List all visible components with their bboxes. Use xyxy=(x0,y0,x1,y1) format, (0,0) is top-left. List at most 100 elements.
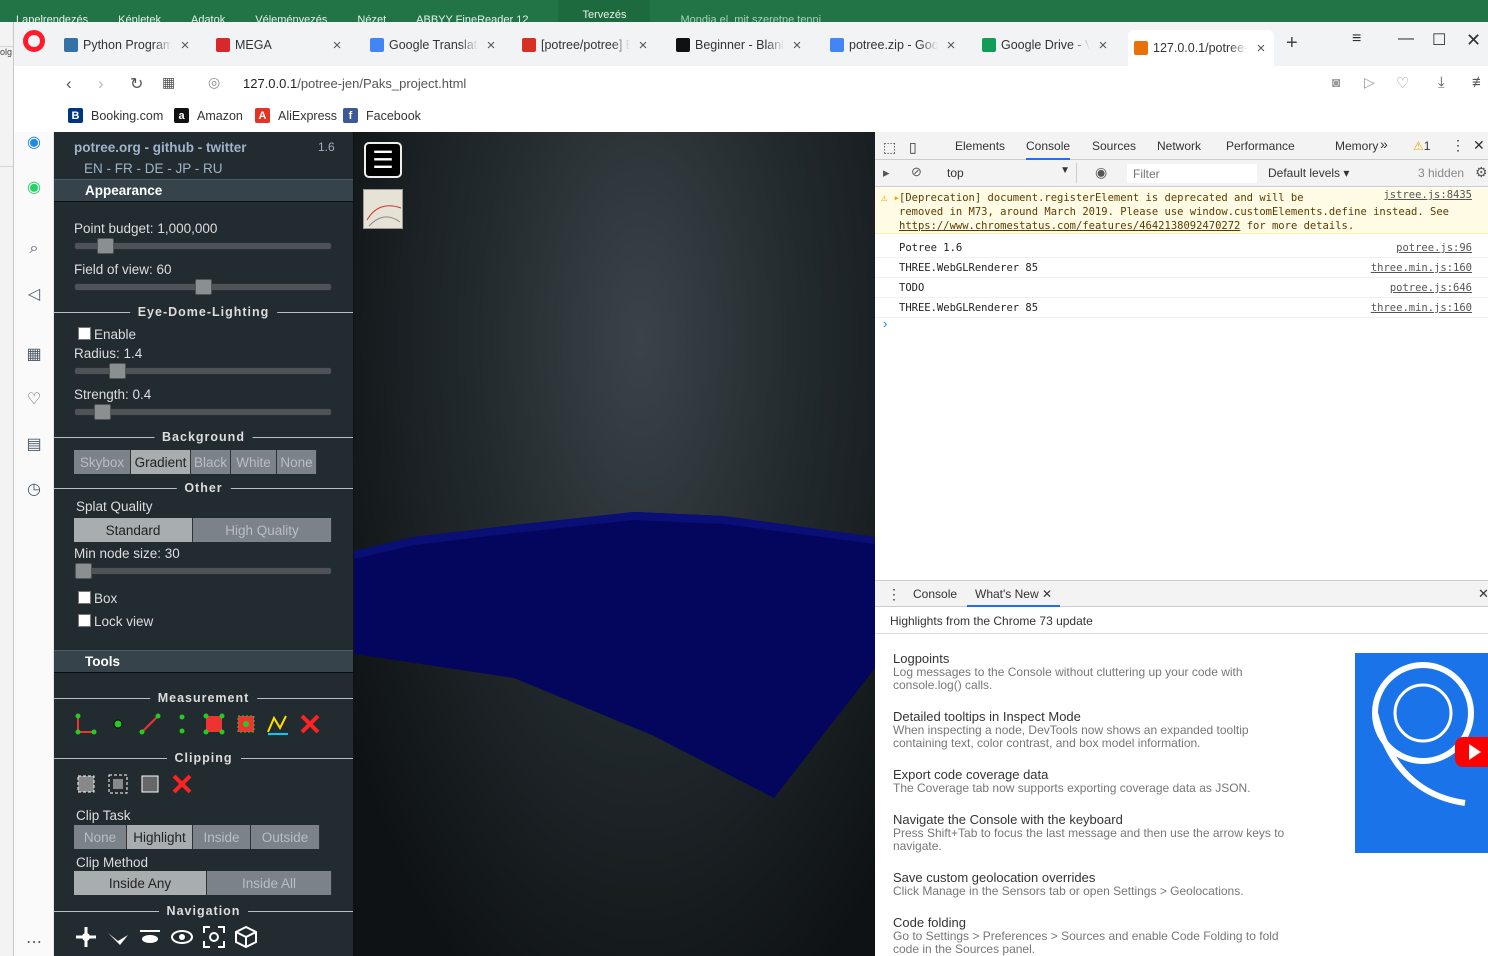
reload-icon[interactable]: ↻ xyxy=(130,74,143,94)
download-icon[interactable]: ⤓ xyxy=(1438,74,1445,91)
ribbon-tab[interactable]: Lapelrendezés xyxy=(16,14,88,22)
source-link[interactable]: jstree.js:8435 xyxy=(1383,188,1472,202)
whats-new-item[interactable]: Export code coverage data The Coverage ta… xyxy=(893,767,1303,795)
point-measure-icon[interactable] xyxy=(106,712,130,736)
remove-measurements-icon[interactable] xyxy=(298,712,322,736)
point-budget-slider[interactable] xyxy=(74,238,332,254)
devtools-tab[interactable]: Memory xyxy=(1335,139,1378,153)
box-checkbox[interactable] xyxy=(78,591,91,604)
option-button[interactable]: Gradient xyxy=(131,450,191,474)
remove-clipping-icon[interactable] xyxy=(170,772,194,796)
whats-new-item[interactable]: Save custom geolocation overrides Click M… xyxy=(893,870,1303,898)
speed-dial-sidebar-icon[interactable]: ▦ xyxy=(24,344,44,364)
warning-count[interactable]: ⚠1 xyxy=(1413,139,1430,153)
snapshot-icon[interactable]: ◙ xyxy=(1332,74,1340,90)
bookmarks-heart-icon[interactable]: ♡ xyxy=(24,389,44,409)
fov-slider[interactable] xyxy=(74,279,332,295)
browser-tab[interactable]: potree.zip - Googl × xyxy=(824,30,964,60)
browser-tab[interactable]: Python Programm × xyxy=(58,30,198,60)
source-link[interactable]: three.min.js:160 xyxy=(1371,298,1472,318)
close-tab-icon[interactable]: × xyxy=(1096,37,1110,54)
console-message[interactable]: ⚠ ▸ [Deprecation] document.registerElemen… xyxy=(875,188,1488,234)
console-message[interactable]: Potree 1.6 potree.js:96 xyxy=(875,238,1488,258)
sidebar-toggle-icon[interactable]: ▸ xyxy=(883,165,890,181)
orbit-controls-icon[interactable] xyxy=(170,925,194,949)
navigation-cube-icon[interactable] xyxy=(234,925,258,949)
option-button[interactable]: White xyxy=(231,450,277,474)
ribbon-tab[interactable]: Véleményezés xyxy=(255,14,327,22)
close-tab-icon[interactable]: × xyxy=(790,37,804,54)
console-settings-icon[interactable]: ⚙ xyxy=(1475,164,1488,181)
radius-slider[interactable] xyxy=(74,363,332,379)
volume-measure-icon[interactable] xyxy=(234,712,258,736)
sidebar-toggle-button[interactable]: ☰ xyxy=(364,142,402,178)
live-expression-icon[interactable]: ◉ xyxy=(1095,164,1107,181)
devtools-menu-icon[interactable]: ⋮ xyxy=(1451,137,1465,154)
option-button[interactable]: Outside xyxy=(251,825,320,849)
option-button[interactable]: None xyxy=(74,825,127,849)
earth-controls-icon[interactable] xyxy=(74,925,98,949)
close-tab-icon[interactable]: × xyxy=(1254,40,1268,57)
height-measure-icon[interactable] xyxy=(170,712,194,736)
ribbon-tab[interactable]: ABBYY FineReader 12 xyxy=(416,14,528,22)
distance-measure-icon[interactable] xyxy=(138,712,162,736)
easy-setup-icon[interactable]: ≢ xyxy=(1472,74,1487,91)
console-filter-input[interactable] xyxy=(1127,164,1257,183)
source-link[interactable]: potree.js:96 xyxy=(1396,238,1472,258)
profile-measure-icon[interactable] xyxy=(266,712,290,736)
option-button[interactable]: Inside All xyxy=(207,871,332,895)
option-button[interactable]: None xyxy=(277,450,317,474)
minimize-button[interactable]: — xyxy=(1398,30,1414,48)
angle-measure-icon[interactable] xyxy=(74,712,98,736)
close-tab-icon[interactable]: × xyxy=(636,37,650,54)
opera-logo-icon[interactable] xyxy=(23,30,45,52)
bookmark-item[interactable]: f Facebook xyxy=(343,108,421,123)
forward-icon[interactable]: › xyxy=(98,74,104,94)
option-button[interactable]: Inside Any xyxy=(74,871,207,895)
more-tabs-icon[interactable]: » xyxy=(1380,136,1388,152)
whats-new-item[interactable]: Detailed tooltips in Inspect Mode When in… xyxy=(893,709,1303,750)
appearance-header[interactable]: Appearance xyxy=(54,179,353,202)
clip-polygon-icon[interactable] xyxy=(106,772,130,796)
focus-icon[interactable] xyxy=(202,925,226,949)
message-link[interactable]: https://www.chromestatus.com/features/46… xyxy=(899,220,1240,232)
clip-volume-icon[interactable] xyxy=(74,772,98,796)
news-icon[interactable]: ▤ xyxy=(24,434,44,454)
bookmark-item[interactable]: A AliExpress xyxy=(255,108,337,123)
option-button[interactable]: Standard xyxy=(74,518,193,542)
map-thumbnail[interactable] xyxy=(363,189,403,229)
messenger-icon[interactable]: ◉ xyxy=(24,132,44,152)
console-message[interactable]: THREE.WebGLRenderer 85 three.min.js:160 xyxy=(875,258,1488,278)
slider-handle[interactable] xyxy=(75,563,92,579)
ribbon-tab[interactable]: Nézet xyxy=(357,14,386,22)
history-icon[interactable]: ◷ xyxy=(24,479,44,499)
drawer-menu-icon[interactable]: ⋮ xyxy=(887,586,901,603)
lock-view-checkbox[interactable] xyxy=(78,614,91,627)
send-icon[interactable]: ▷ xyxy=(1364,74,1375,91)
strength-slider[interactable] xyxy=(74,404,332,420)
drawer-tab-whats-new[interactable]: What's New ✕ xyxy=(967,581,1061,607)
devtools-tab[interactable]: Elements xyxy=(955,139,1005,153)
slider-handle[interactable] xyxy=(94,404,112,420)
fly-controls-icon[interactable] xyxy=(106,925,130,949)
close-window-button[interactable]: ✕ xyxy=(1466,30,1481,51)
close-tab-icon[interactable]: ✕ xyxy=(1042,587,1052,601)
devtools-tab[interactable]: Console xyxy=(1026,139,1071,160)
log-levels-select[interactable]: Default levels ▾ xyxy=(1268,166,1349,180)
more-icon[interactable]: ⋯ xyxy=(24,932,44,952)
browser-tab[interactable]: [potree/potree] EP × xyxy=(516,30,656,60)
bookmark-item[interactable]: B Booking.com xyxy=(68,108,163,123)
ribbon-tab[interactable]: Mondja el, mit szeretne tenni xyxy=(680,14,821,22)
ribbon-tab[interactable]: Tervezés xyxy=(558,0,651,22)
drawer-tab-console[interactable]: Console xyxy=(913,587,957,601)
browser-tab[interactable]: 127.0.0.1/potree-je × xyxy=(1128,30,1274,66)
option-button[interactable]: High Quality xyxy=(193,518,332,542)
clear-console-icon[interactable]: ⊘ xyxy=(911,164,922,180)
search-icon[interactable]: ⌕ xyxy=(24,239,44,259)
source-link[interactable]: potree.js:646 xyxy=(1390,278,1472,298)
area-measure-icon[interactable] xyxy=(202,712,226,736)
edl-enable-checkbox[interactable] xyxy=(78,327,91,340)
clip-box-icon[interactable] xyxy=(138,772,162,796)
source-link[interactable]: three.min.js:160 xyxy=(1371,258,1472,278)
flow-icon[interactable]: ◁ xyxy=(24,284,44,304)
